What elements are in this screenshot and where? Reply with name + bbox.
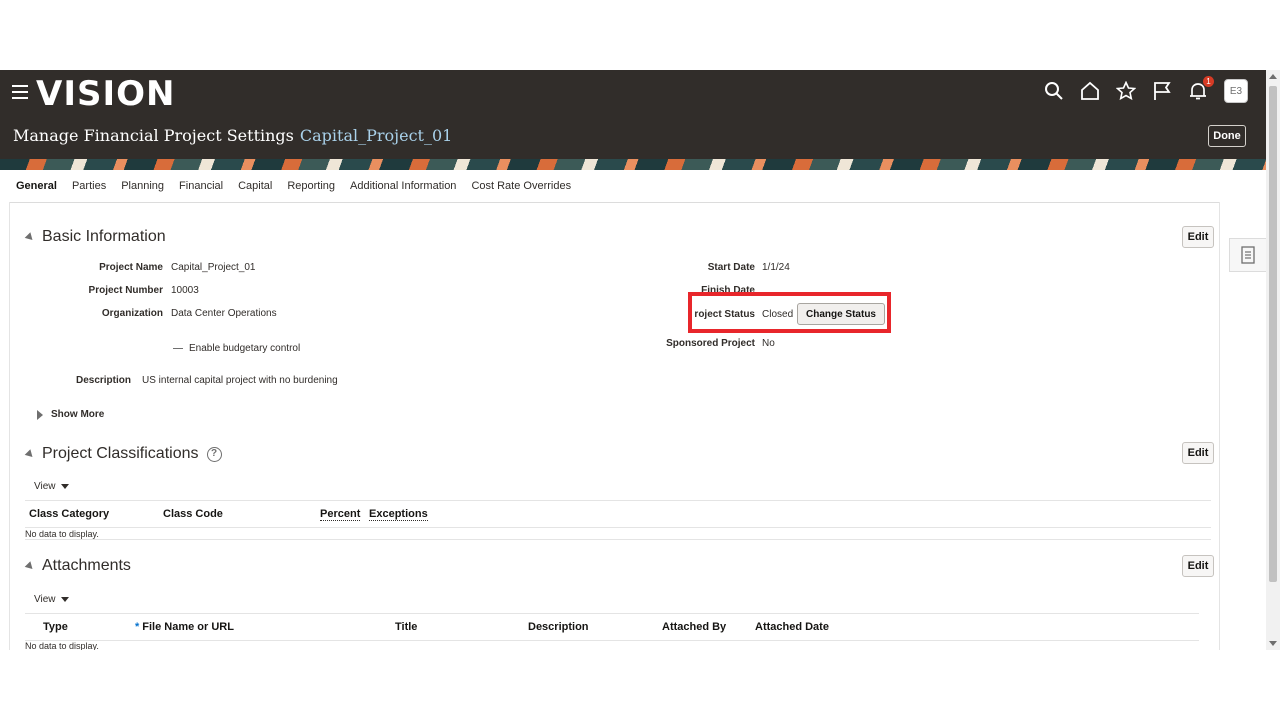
classifications-empty-text: No data to display. (25, 529, 99, 539)
basic-information-title: Basic Information (42, 228, 166, 245)
basic-information-header[interactable]: Basic Information (24, 228, 166, 246)
highlight-box (688, 292, 891, 333)
tab-general[interactable]: General (16, 180, 57, 196)
description-value: US internal capital project with no burd… (142, 375, 338, 386)
sponsored-project-value: No (762, 338, 775, 349)
done-button[interactable]: Done (1208, 125, 1246, 147)
collapse-triangle-icon[interactable] (24, 560, 36, 572)
tab-planning[interactable]: Planning (121, 180, 164, 196)
table-divider (25, 613, 1199, 614)
table-divider (25, 500, 1211, 501)
project-classifications-header[interactable]: Project Classifications ? (24, 445, 222, 463)
classifications-view-menu[interactable]: View (34, 481, 69, 492)
table-divider (25, 539, 1211, 540)
help-icon[interactable]: ? (206, 446, 222, 462)
column-header-exceptions[interactable]: Exceptions (369, 508, 428, 521)
attachments-empty-text: No data to display. (25, 641, 99, 650)
notifications-bell-icon[interactable]: 1 (1186, 76, 1214, 103)
home-icon[interactable] (1078, 79, 1102, 103)
chevron-down-icon (60, 597, 69, 602)
column-header-file-name-or-url[interactable]: * File Name or URL (135, 621, 234, 633)
tab-financial[interactable]: Financial (179, 180, 223, 196)
tab-additional-information[interactable]: Additional Information (350, 180, 456, 196)
tab-parties[interactable]: Parties (72, 180, 106, 196)
collapse-triangle-icon[interactable] (24, 448, 36, 460)
column-header-attached-by[interactable]: Attached By (662, 621, 726, 633)
required-asterisk: * (135, 621, 140, 633)
table-divider (25, 527, 1211, 528)
column-header-attached-date[interactable]: Attached Date (755, 621, 829, 633)
screen: VISION 1 E3 Manage Financial Project Set… (0, 0, 1280, 720)
project-number-label: Project Number (88, 285, 163, 296)
menu-icon[interactable] (12, 85, 28, 99)
collapse-triangle-icon[interactable] (24, 231, 36, 243)
table-divider (25, 640, 1199, 641)
favorites-star-icon[interactable] (1114, 79, 1138, 103)
sponsored-project-label: Sponsored Project (666, 338, 755, 349)
classifications-edit-button[interactable]: Edit (1182, 442, 1214, 464)
basic-information-edit-button[interactable]: Edit (1182, 226, 1214, 248)
decorative-banner (0, 159, 1266, 170)
project-number-value: 10003 (171, 285, 199, 296)
show-more-label: Show More (51, 409, 105, 420)
project-classifications-title: Project Classifications (42, 445, 199, 462)
budgetary-control-label: Enable budgetary control (189, 343, 301, 354)
view-menu-label: View (34, 594, 56, 605)
search-icon[interactable] (1042, 79, 1066, 103)
project-name-title: Capital_Project_01 (299, 126, 453, 145)
tab-reporting[interactable]: Reporting (287, 180, 335, 196)
chevron-down-icon (60, 484, 69, 489)
tab-capital[interactable]: Capital (238, 180, 272, 196)
organization-label: Organization (101, 308, 163, 319)
tab-cost-rate-overrides[interactable]: Cost Rate Overrides (471, 180, 571, 196)
user-avatar[interactable]: E3 (1224, 79, 1248, 103)
expand-triangle-icon[interactable] (37, 409, 43, 420)
app-window: VISION 1 E3 Manage Financial Project Set… (0, 70, 1280, 650)
column-header-type[interactable]: Type (43, 621, 68, 633)
page-title-text: Manage Financial Project Settings (13, 126, 294, 145)
start-date-value: 1/1/24 (762, 262, 790, 273)
organization-value: Data Center Operations (171, 308, 277, 319)
attachments-title: Attachments (42, 557, 131, 574)
start-date-label: Start Date (707, 262, 755, 273)
file-name-column-label: File Name or URL (142, 621, 234, 633)
scroll-down-arrow-icon[interactable] (1269, 641, 1277, 646)
attachments-edit-button[interactable]: Edit (1182, 555, 1214, 577)
column-header-description[interactable]: Description (528, 621, 589, 633)
page-title: Manage Financial Project Settings Capital… (13, 126, 452, 145)
header-icons: 1 E3 (1030, 76, 1248, 104)
attachments-header[interactable]: Attachments (24, 557, 131, 575)
section-tabs: General Parties Planning Financial Capit… (16, 180, 586, 196)
budgetary-control-checkbox[interactable]: Enable budgetary control (173, 343, 300, 354)
description-label: Description (75, 375, 131, 386)
scrollbar-thumb[interactable] (1269, 86, 1277, 582)
document-icon (1241, 246, 1255, 264)
project-name-value: Capital_Project_01 (171, 262, 256, 273)
column-header-class-code[interactable]: Class Code (163, 508, 223, 520)
column-header-title[interactable]: Title (395, 621, 417, 633)
view-menu-label: View (34, 481, 56, 492)
show-more-toggle[interactable]: Show More (37, 409, 104, 420)
unchecked-dash-icon (173, 347, 183, 349)
watchlist-flag-icon[interactable] (1150, 79, 1174, 103)
side-panel-toggle[interactable] (1229, 238, 1266, 272)
notification-badge: 1 (1203, 76, 1214, 87)
attachments-view-menu[interactable]: View (34, 594, 69, 605)
vision-logo[interactable]: VISION (36, 74, 175, 114)
project-name-label: Project Name (99, 262, 163, 273)
vertical-scrollbar[interactable] (1266, 70, 1280, 650)
column-header-percent[interactable]: Percent (320, 508, 361, 521)
column-header-class-category[interactable]: Class Category (29, 508, 109, 520)
global-header: VISION 1 E3 Manage Financial Project Set… (0, 70, 1266, 170)
scroll-up-arrow-icon[interactable] (1269, 74, 1277, 79)
